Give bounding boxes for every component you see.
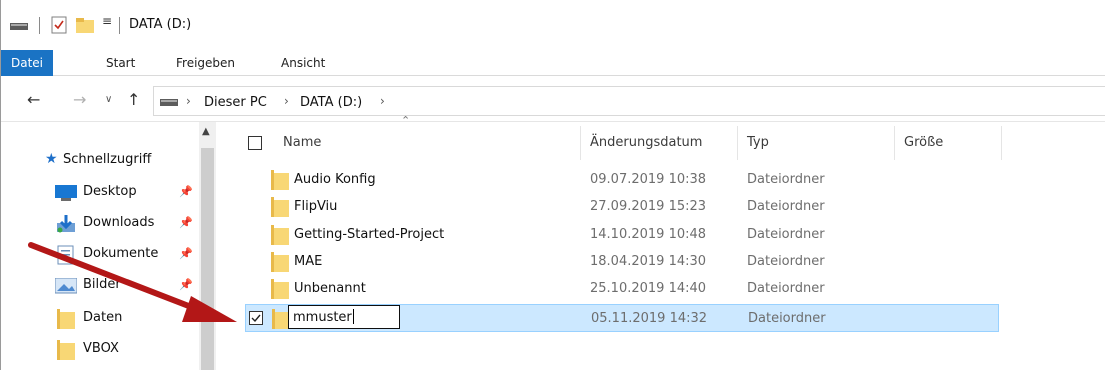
column-header-name[interactable]: Name bbox=[283, 135, 321, 171]
customize-toolbar-icon[interactable]: ≡ bbox=[102, 14, 112, 28]
address-row: ← → ∨ ↑ › Dieser PC › DATA (D:) › bbox=[1, 82, 1105, 122]
text-caret bbox=[352, 309, 354, 324]
rename-input[interactable]: mmuster bbox=[288, 305, 400, 329]
back-icon[interactable]: ← bbox=[27, 90, 40, 109]
pin-icon[interactable]: 📌 bbox=[179, 216, 193, 229]
breadcrumb-data-d[interactable]: DATA (D:) bbox=[300, 95, 362, 110]
file-row[interactable]: FlipViu 27.09.2019 15:23 Dateiordner bbox=[245, 194, 999, 220]
drive-icon bbox=[160, 99, 178, 106]
nav-scrollbar[interactable]: ▲ bbox=[199, 122, 216, 370]
drive-icon bbox=[10, 23, 28, 30]
nav-item-label: Bilder bbox=[83, 277, 121, 292]
desktop-icon bbox=[55, 185, 77, 201]
address-bar[interactable]: › Dieser PC › DATA (D:) › bbox=[153, 86, 1105, 116]
nav-item-label: Daten bbox=[83, 310, 123, 325]
file-date: 18.04.2019 14:30 bbox=[590, 254, 707, 269]
pin-icon[interactable]: 📌 bbox=[179, 185, 193, 198]
tab-freigeben[interactable]: Freigeben bbox=[176, 50, 235, 76]
column-divider[interactable] bbox=[737, 126, 738, 160]
file-name: Audio Konfig bbox=[294, 172, 376, 187]
nav-item-label: Desktop bbox=[83, 184, 137, 199]
scroll-up-icon[interactable]: ▲ bbox=[202, 126, 210, 137]
up-icon[interactable]: ↑ bbox=[127, 90, 140, 109]
breadcrumb-chevron-icon[interactable]: › bbox=[380, 94, 385, 108]
ribbon-tabs: Datei Start Freigeben Ansicht bbox=[1, 50, 1105, 76]
pictures-icon bbox=[55, 278, 77, 294]
file-row[interactable]: Unbenannt 25.10.2019 14:40 Dateiordner bbox=[245, 276, 999, 302]
rename-input-value: mmuster bbox=[293, 310, 352, 325]
folder-icon bbox=[271, 225, 289, 245]
file-date: 27.09.2019 15:23 bbox=[590, 199, 707, 214]
recent-locations-chevron-icon[interactable]: ∨ bbox=[105, 94, 112, 105]
file-type: Dateiordner bbox=[747, 281, 825, 296]
folder-icon bbox=[271, 197, 289, 217]
title-bar: ≡ DATA (D:) bbox=[1, 0, 1105, 50]
column-header-size[interactable]: Größe bbox=[904, 135, 943, 171]
tab-datei[interactable]: Datei bbox=[1, 50, 53, 76]
title-separator bbox=[119, 17, 120, 34]
tab-start[interactable]: Start bbox=[106, 50, 135, 76]
row-checkbox[interactable] bbox=[249, 311, 263, 325]
file-row[interactable]: MAE 18.04.2019 14:30 Dateiordner bbox=[245, 249, 999, 275]
column-header-type[interactable]: Typ bbox=[747, 135, 769, 171]
file-row[interactable]: Audio Konfig 09.07.2019 10:38 Dateiordne… bbox=[245, 167, 999, 193]
file-type: Dateiordner bbox=[748, 311, 826, 326]
explorer-window: ≡ DATA (D:) Datei Start Freigeben Ansich… bbox=[0, 0, 1105, 370]
file-type: Dateiordner bbox=[747, 227, 825, 242]
scrollbar-thumb[interactable] bbox=[201, 148, 214, 370]
file-date: 05.11.2019 14:32 bbox=[591, 311, 708, 326]
breadcrumb-dieser-pc[interactable]: Dieser PC bbox=[204, 95, 267, 110]
file-date: 14.10.2019 10:48 bbox=[590, 227, 707, 242]
documents-icon bbox=[57, 245, 74, 265]
pin-icon[interactable]: 📌 bbox=[179, 247, 193, 260]
file-name: Getting-Started-Project bbox=[294, 227, 445, 242]
folder-icon bbox=[57, 309, 75, 329]
tab-ansicht[interactable]: Ansicht bbox=[281, 50, 325, 76]
nav-item-label: Schnellzugriff bbox=[63, 152, 152, 167]
column-divider[interactable] bbox=[894, 126, 895, 160]
checkmark-icon bbox=[251, 314, 261, 323]
file-date: 09.07.2019 10:38 bbox=[590, 172, 707, 187]
folder-icon bbox=[271, 170, 289, 190]
new-folder-icon[interactable] bbox=[76, 16, 94, 34]
folder-icon bbox=[271, 252, 289, 272]
file-type: Dateiordner bbox=[747, 254, 825, 269]
nav-item-label: Dokumente bbox=[83, 246, 159, 261]
sort-ascending-icon: ⌃ bbox=[401, 114, 411, 127]
window-title: DATA (D:) bbox=[129, 17, 192, 32]
file-type: Dateiordner bbox=[747, 199, 825, 214]
folder-icon bbox=[57, 340, 75, 360]
file-row-selected[interactable]: mmuster 05.11.2019 14:32 Dateiordner bbox=[245, 304, 999, 332]
file-name: Unbenannt bbox=[294, 281, 366, 296]
breadcrumb-chevron-icon[interactable]: › bbox=[284, 94, 289, 108]
star-icon: ★ bbox=[45, 151, 58, 167]
pin-icon[interactable]: 📌 bbox=[179, 278, 193, 291]
navigation-pane: ★ Schnellzugriff Desktop 📌 Downloads 📌 D… bbox=[1, 122, 219, 370]
select-all-checkbox[interactable] bbox=[248, 136, 262, 150]
properties-icon[interactable] bbox=[51, 16, 67, 34]
downloads-icon bbox=[57, 215, 75, 233]
nav-item-label: VBOX bbox=[83, 341, 119, 356]
file-type: Dateiordner bbox=[747, 172, 825, 187]
forward-icon[interactable]: → bbox=[73, 90, 86, 109]
title-separator bbox=[39, 17, 40, 34]
column-header-date[interactable]: Änderungsdatum bbox=[590, 135, 702, 171]
file-row[interactable]: Getting-Started-Project 14.10.2019 10:48… bbox=[245, 222, 999, 248]
file-name: FlipViu bbox=[294, 199, 338, 214]
column-divider[interactable] bbox=[580, 126, 581, 160]
file-name: MAE bbox=[294, 254, 323, 269]
breadcrumb-chevron-icon[interactable]: › bbox=[186, 94, 191, 108]
file-date: 25.10.2019 14:40 bbox=[590, 281, 707, 296]
column-divider[interactable] bbox=[1001, 126, 1002, 160]
nav-item-label: Downloads bbox=[83, 215, 155, 230]
folder-icon bbox=[271, 279, 289, 299]
